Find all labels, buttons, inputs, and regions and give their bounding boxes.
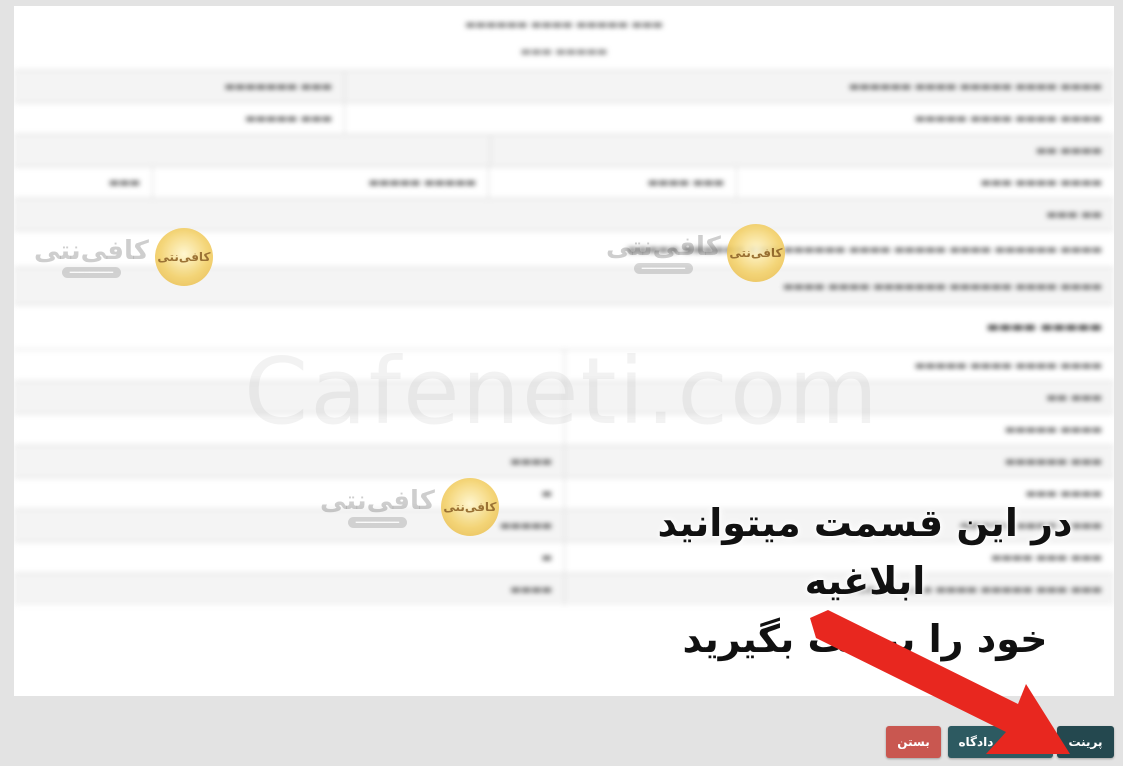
document-row: ▬▬ ▬▬▬ (14, 198, 1114, 230)
watermark-logo-tagline: ━━━━━━━━━ (633, 262, 694, 274)
document-row: ▬▬▬▬ ▬▬▬▬ ▬▬▬▬ ▬▬▬▬▬ ▬▬▬ ▬▬▬▬▬ (14, 102, 1114, 134)
instruction-line-1: در این قسمت میتوانید ابلاغیه (657, 501, 1073, 603)
watermark-logo-name: کافی‌نتی (320, 485, 435, 516)
watermark-logo: کافی‌نتی ━━━━━━━━━ کافی‌نتی (34, 228, 213, 286)
document-row: ▬▬▬▬ ▬▬▬▬ ▬▬▬▬▬ ▬▬▬▬ ▬▬▬▬▬▬ ▬▬▬ ▬▬▬▬▬▬▬ (14, 70, 1114, 102)
document-row: ▬▬▬▬ ▬▬▬▬ ▬▬▬▬ ▬▬▬▬▬ (14, 349, 1114, 381)
watermark-logo-tagline: ━━━━━━━━━ (61, 266, 122, 278)
document-row: ▬▬▬▬ ▬▬▬▬ ▬▬▬ ▬▬▬ ▬▬▬▬ ▬▬▬▬▬ ▬▬▬▬▬ ▬▬▬ (14, 166, 1114, 198)
coffee-cup-logo-icon: کافی‌نتی (154, 228, 213, 286)
section-heading: ▬▬▬▬▬ ▬▬▬▬ (14, 304, 1114, 349)
document-row: ▬▬▬ ▬▬ (14, 381, 1114, 413)
watermark-logo-name: کافی‌نتی (606, 231, 721, 262)
coffee-cup-logo-icon: کافی‌نتی (440, 478, 499, 536)
watermark-logo-name: کافی‌نتی (34, 235, 149, 266)
arrow-shape (810, 610, 1070, 754)
watermark-logo: کافی‌نتی ━━━━━━━━━ کافی‌نتی (606, 224, 785, 282)
watermark-logo-tagline: ━━━━━━━━━ (347, 516, 408, 528)
watermark-logo: کافی‌نتی ━━━━━━━━━ کافی‌نتی (320, 478, 499, 536)
document-row: ▬▬▬▬ ▬▬▬▬▬ (14, 413, 1114, 445)
document-header: ▬▬▬ ▬▬▬▬▬ ▬▬▬▬ ▬▬▬▬▬▬ ▬▬▬▬▬ ▬▬▬ (465, 18, 663, 58)
document-row: ▬▬▬▬ ▬▬ (14, 134, 1114, 166)
coffee-cup-logo-icon: کافی‌نتی (726, 224, 785, 282)
red-arrow-icon (810, 610, 1070, 754)
document-row: ▬▬▬ ▬▬▬▬▬▬ ▬▬▬▬ (14, 445, 1114, 477)
